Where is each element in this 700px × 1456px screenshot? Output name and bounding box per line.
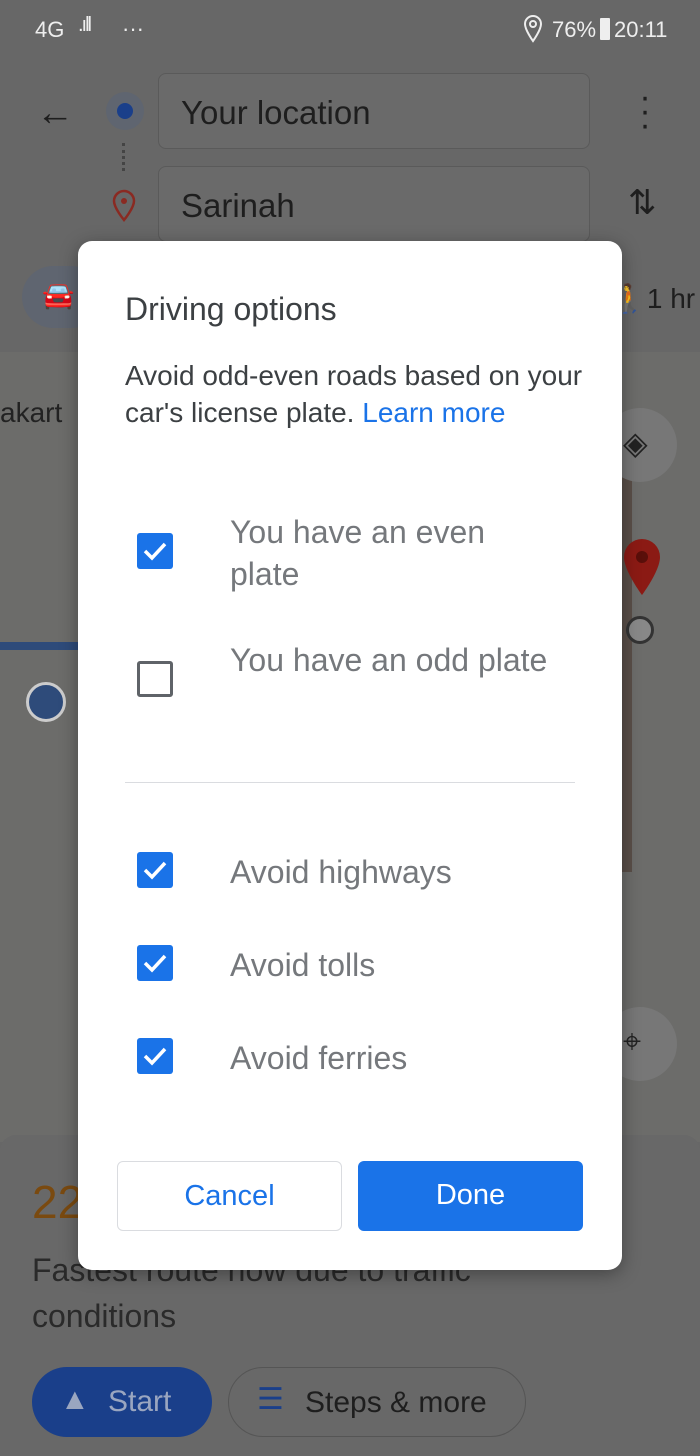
status-bar: 4G .ıll ··· 76% 20:11 <box>0 0 700 58</box>
destination-input[interactable]: Sarinah <box>158 166 590 242</box>
crosshair-icon: ⌖ <box>623 1023 642 1059</box>
avoid-ferries-label[interactable]: Avoid ferries <box>230 1037 560 1079</box>
description-text: Avoid odd-even roads based on your car's… <box>125 360 583 428</box>
route-duration: 22 <box>32 1176 84 1228</box>
map-label: akart <box>0 397 63 428</box>
route-line <box>622 472 632 872</box>
even-plate-label[interactable]: You have an even plate <box>230 511 560 595</box>
learn-more-link[interactable]: Learn more <box>362 397 505 428</box>
origin-input[interactable]: Your location <box>158 73 590 149</box>
car-icon: 🚘 <box>42 280 75 310</box>
avoid-ferries-checkbox[interactable] <box>137 1038 173 1074</box>
walk-time: 1 hr <box>646 283 696 314</box>
steps-button[interactable]: ☰ Steps & more <box>228 1367 526 1437</box>
more-notifications: ··· <box>122 16 144 41</box>
avoid-tolls-checkbox[interactable] <box>137 945 173 981</box>
cancel-button[interactable]: Cancel <box>117 1161 342 1231</box>
origin-dot-icon <box>106 92 144 130</box>
divider <box>125 782 575 783</box>
car-marker-icon <box>26 682 66 722</box>
route-line-alt <box>0 642 90 650</box>
start-button[interactable]: ▲ Start <box>32 1367 212 1437</box>
check-icon <box>143 542 167 561</box>
avoid-tolls-label[interactable]: Avoid tolls <box>230 944 560 986</box>
navigation-arrow-icon: ▲ <box>60 1383 90 1416</box>
layers-icon: ◈ <box>623 425 648 461</box>
list-icon: ☰ <box>257 1383 284 1416</box>
mode-walking-tab[interactable]: 🚶1 hr <box>612 282 695 315</box>
route-connector <box>122 143 125 171</box>
battery-level: 76% <box>552 17 597 42</box>
done-button[interactable]: Done <box>358 1161 583 1231</box>
clock: 20:11 <box>614 17 668 42</box>
destination-marker-icon <box>624 539 660 595</box>
avoid-highways-checkbox[interactable] <box>137 852 173 888</box>
back-arrow-icon[interactable]: ← <box>36 92 74 135</box>
check-icon <box>143 1047 167 1066</box>
battery-icon <box>600 18 610 40</box>
dialog-description: Avoid odd-even roads based on your car's… <box>125 357 585 431</box>
destination-point <box>626 616 654 644</box>
odd-plate-label[interactable]: You have an odd plate <box>230 639 560 681</box>
even-plate-checkbox[interactable] <box>137 533 173 569</box>
start-label: Start <box>108 1385 172 1418</box>
swap-icon[interactable]: ⇅ <box>628 183 657 223</box>
steps-label: Steps & more <box>305 1386 487 1419</box>
check-icon <box>143 861 167 880</box>
destination-pin-icon <box>112 189 136 222</box>
more-options-icon[interactable]: · · · <box>638 80 652 142</box>
network-type: 4G <box>35 17 65 42</box>
location-icon <box>523 14 543 43</box>
check-icon <box>143 954 167 973</box>
dialog-title: Driving options <box>125 291 337 327</box>
signal-icon: .ıll <box>78 14 92 36</box>
odd-plate-checkbox[interactable] <box>137 661 173 697</box>
avoid-highways-label[interactable]: Avoid highways <box>230 851 560 893</box>
driving-options-dialog: Driving options Avoid odd-even roads bas… <box>78 241 622 1270</box>
